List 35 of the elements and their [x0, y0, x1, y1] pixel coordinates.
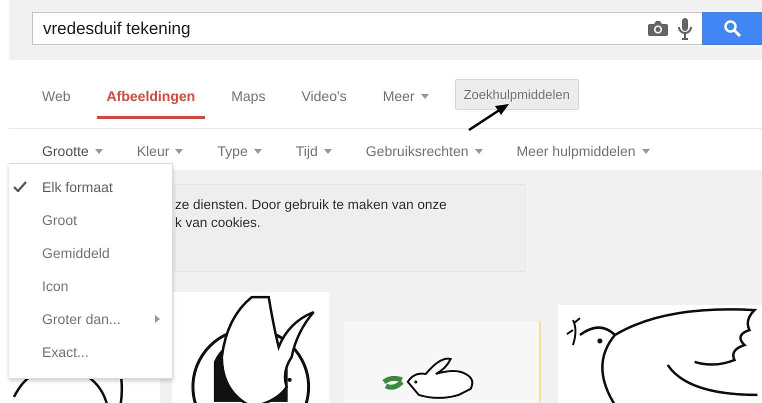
annotation-arrow: [467, 103, 511, 132]
camera-icon[interactable]: [648, 21, 668, 36]
menu-item[interactable]: Groot: [9, 203, 172, 236]
search-icon: [724, 20, 740, 37]
nav-tab[interactable]: Meer: [372, 79, 439, 116]
dove-drawing[interactable]: [344, 322, 541, 402]
caret-icon: [642, 148, 650, 154]
microphone-icon[interactable]: [678, 18, 692, 40]
filter-dropdown[interactable]: Tijd: [296, 143, 332, 159]
filter-dropdown[interactable]: Grootte: [42, 143, 103, 159]
filter-dropdown[interactable]: Type: [217, 143, 262, 159]
menu-item[interactable]: Exact...: [9, 335, 172, 368]
dove-drawing[interactable]: [558, 305, 762, 403]
caret-icon: [254, 148, 262, 154]
caret-icon: [474, 148, 483, 154]
caret-icon: [94, 148, 103, 154]
menu-item[interactable]: Gemiddeld: [9, 236, 172, 269]
nav-tab[interactable]: Maps: [221, 79, 276, 116]
filter-dropdown[interactable]: Kleur: [136, 143, 184, 159]
search-field[interactable]: vredesduif tekening: [32, 12, 702, 45]
nav-tab[interactable]: Web: [32, 79, 81, 116]
nav-tab[interactable]: Video's: [291, 79, 357, 116]
search-query: vredesduif tekening: [43, 18, 192, 38]
caret-icon: [175, 148, 184, 154]
menu-item[interactable]: Icon: [9, 269, 172, 302]
menu-item[interactable]: Groter dan...: [9, 302, 172, 335]
search-button[interactable]: [702, 12, 762, 45]
filter-dropdown[interactable]: Meer hulpmiddelen: [516, 143, 650, 159]
search-tools-button[interactable]: Zoekhulpmiddelen: [454, 79, 579, 110]
filter-dropdown[interactable]: Gebruiksrechten: [366, 143, 483, 159]
menu-item[interactable]: Elk formaat: [9, 170, 172, 203]
dove-drawing[interactable]: [172, 292, 330, 403]
nav-tab[interactable]: Afbeeldingen: [96, 79, 206, 119]
caret-icon: [324, 148, 332, 154]
cookie-notice: ze diensten. Door gebruik te maken van onze k van cookies.: [174, 184, 526, 272]
